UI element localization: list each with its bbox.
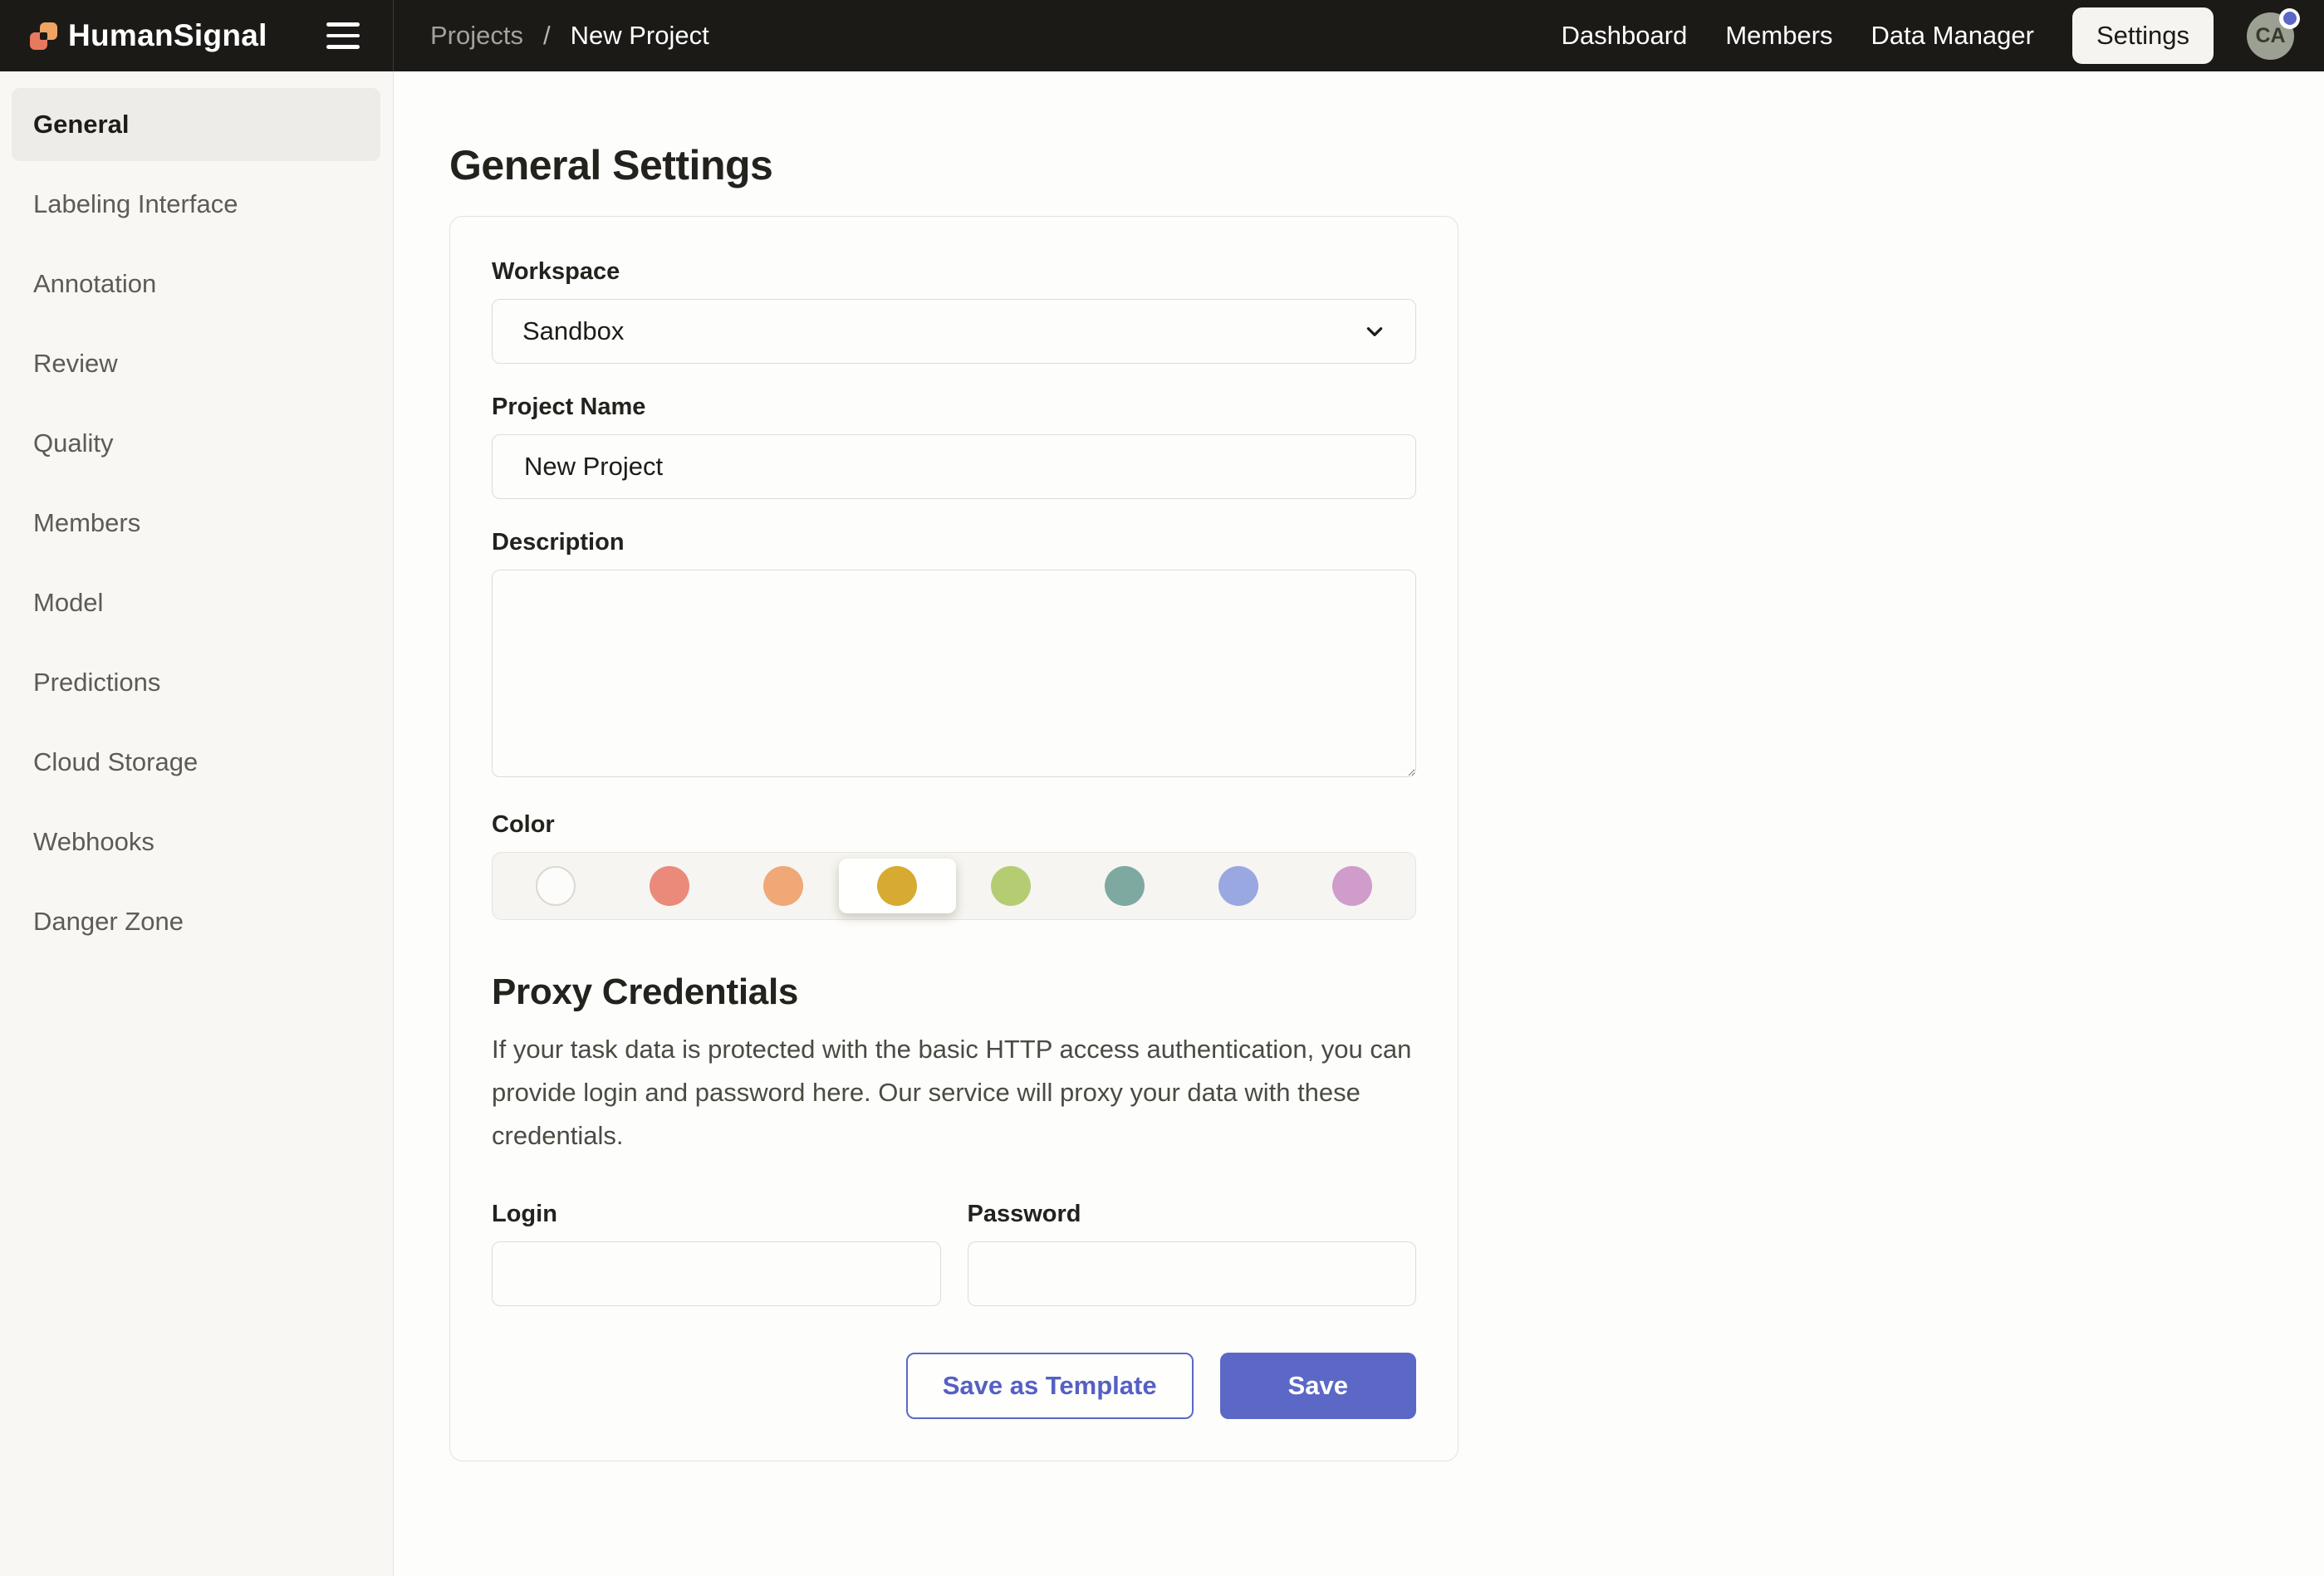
brand-name: HumanSignal xyxy=(68,18,267,53)
sidebar-item-labeling-interface[interactable]: Labeling Interface xyxy=(12,168,380,241)
credentials-fields: Login Password xyxy=(492,1201,1416,1306)
menu-hamburger-icon[interactable] xyxy=(326,22,360,49)
main-layout: GeneralLabeling InterfaceAnnotationRevie… xyxy=(0,71,2324,1576)
sidebar-item-review[interactable]: Review xyxy=(12,327,380,400)
nav-members[interactable]: Members xyxy=(1725,21,1832,51)
sidebar-item-general[interactable]: General xyxy=(12,88,380,161)
color-label: Color xyxy=(492,811,1416,839)
color-group: Color xyxy=(492,811,1416,920)
color-swatch-gold[interactable] xyxy=(877,866,917,906)
breadcrumb-separator: / xyxy=(543,21,551,51)
proxy-credentials-section: Proxy Credentials If your task data is p… xyxy=(492,972,1416,1306)
sidebar-item-predictions[interactable]: Predictions xyxy=(12,646,380,719)
avatar-status-badge xyxy=(2279,8,2300,29)
project-name-label: Project Name xyxy=(492,394,1416,421)
sidebar-item-model[interactable]: Model xyxy=(12,566,380,639)
login-group: Login xyxy=(492,1201,941,1306)
description-group: Description xyxy=(492,529,1416,781)
workspace-label: Workspace xyxy=(492,258,1416,286)
project-name-group: Project Name xyxy=(492,394,1416,499)
settings-sidebar: GeneralLabeling InterfaceAnnotationRevie… xyxy=(0,71,394,1576)
humansignal-logo-icon xyxy=(30,22,57,50)
page-title: General Settings xyxy=(449,141,2324,189)
sidebar-item-cloud-storage[interactable]: Cloud Storage xyxy=(12,726,380,799)
sidebar-item-members[interactable]: Members xyxy=(12,487,380,560)
color-swatch-row xyxy=(492,852,1416,920)
project-name-input[interactable] xyxy=(492,434,1416,499)
color-swatch-salmon[interactable] xyxy=(650,866,689,906)
top-bar-left: HumanSignal xyxy=(0,0,394,71)
password-group: Password xyxy=(968,1201,1417,1306)
breadcrumb: Projects / New Project xyxy=(394,0,709,71)
description-label: Description xyxy=(492,529,1416,556)
color-swatch-orchid[interactable] xyxy=(1332,866,1372,906)
color-swatch-white[interactable] xyxy=(536,866,576,906)
nav-dashboard[interactable]: Dashboard xyxy=(1562,21,1688,51)
proxy-credentials-description: If your task data is protected with the … xyxy=(492,1028,1416,1158)
breadcrumb-projects[interactable]: Projects xyxy=(430,21,523,51)
brand-logo[interactable]: HumanSignal xyxy=(30,18,267,53)
color-swatch-periwinkle[interactable] xyxy=(1218,866,1258,906)
sidebar-item-annotation[interactable]: Annotation xyxy=(12,247,380,321)
password-label: Password xyxy=(968,1201,1417,1228)
top-nav: Dashboard Members Data Manager Settings CA xyxy=(1562,0,2324,71)
chevron-down-icon xyxy=(1364,321,1385,342)
color-swatch-orange[interactable] xyxy=(763,866,803,906)
sidebar-item-webhooks[interactable]: Webhooks xyxy=(12,805,380,879)
selected-swatch-highlight xyxy=(839,859,956,913)
color-swatch-teal[interactable] xyxy=(1105,866,1145,906)
content-area: General Settings Workspace Sandbox Proje… xyxy=(394,71,2324,1576)
card-actions: Save as Template Save xyxy=(492,1353,1416,1419)
avatar-initials: CA xyxy=(2255,24,2285,48)
avatar[interactable]: CA xyxy=(2247,12,2294,60)
workspace-select[interactable]: Sandbox xyxy=(492,299,1416,364)
workspace-selected-value: Sandbox xyxy=(522,316,624,346)
proxy-credentials-title: Proxy Credentials xyxy=(492,972,1416,1013)
sidebar-item-danger-zone[interactable]: Danger Zone xyxy=(12,885,380,958)
color-swatch-green[interactable] xyxy=(991,866,1031,906)
save-button[interactable]: Save xyxy=(1220,1353,1416,1419)
save-as-template-button[interactable]: Save as Template xyxy=(906,1353,1194,1419)
breadcrumb-current: New Project xyxy=(571,21,709,51)
sidebar-item-quality[interactable]: Quality xyxy=(12,407,380,480)
nav-data-manager[interactable]: Data Manager xyxy=(1871,21,2034,51)
general-settings-card: Workspace Sandbox Project Name Descripti… xyxy=(449,216,1459,1461)
login-input[interactable] xyxy=(492,1241,941,1306)
password-input[interactable] xyxy=(968,1241,1417,1306)
top-bar: HumanSignal Projects / New Project Dashb… xyxy=(0,0,2324,71)
nav-settings[interactable]: Settings xyxy=(2072,7,2214,64)
description-textarea[interactable] xyxy=(492,570,1416,777)
workspace-group: Workspace Sandbox xyxy=(492,258,1416,364)
login-label: Login xyxy=(492,1201,941,1228)
